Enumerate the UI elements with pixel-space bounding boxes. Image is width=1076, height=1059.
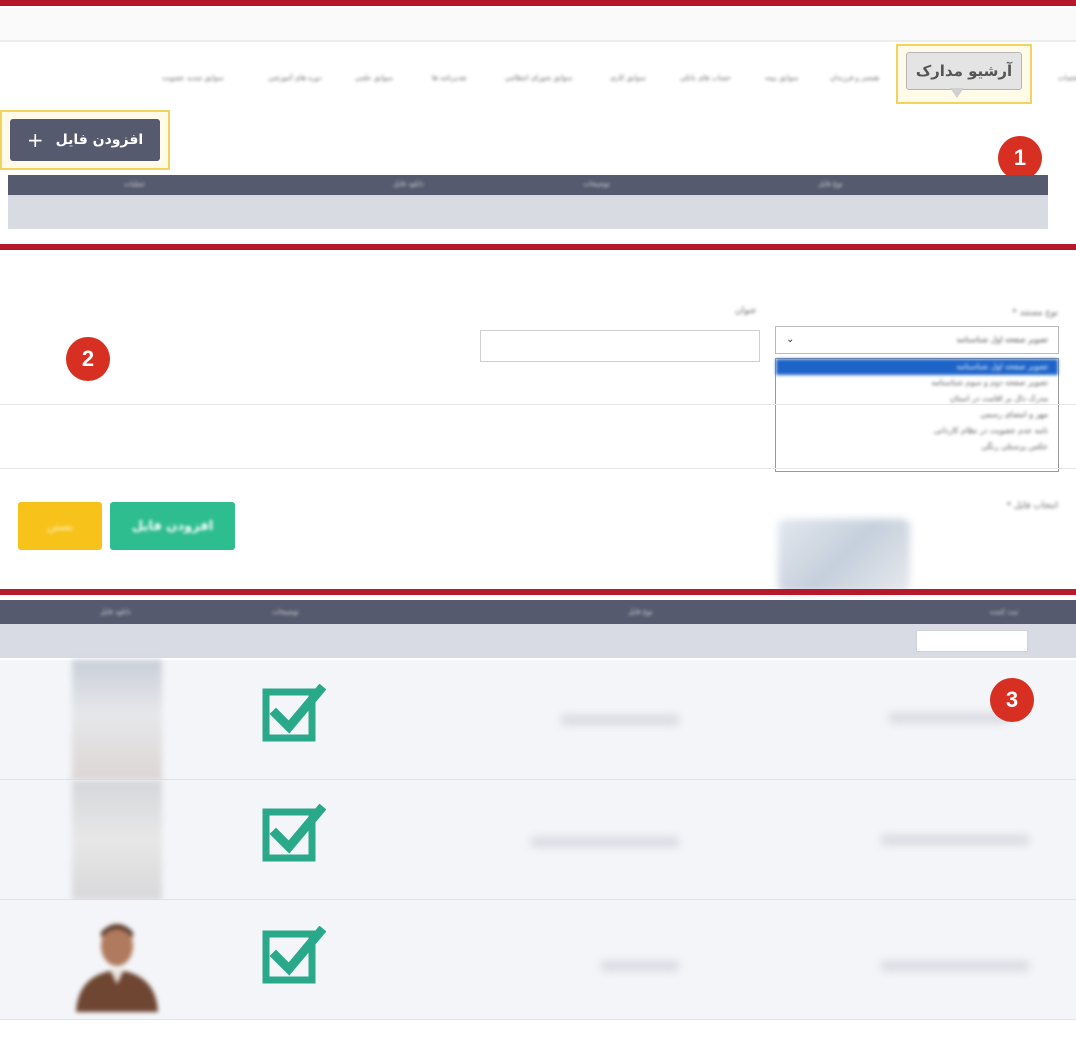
step-badge-1: 1 xyxy=(998,136,1042,180)
tab-profile[interactable]: مشخصات xyxy=(1058,74,1076,82)
registered-by-cell xyxy=(888,712,1008,724)
col-description[interactable]: توضیحات xyxy=(272,608,299,616)
form-divider xyxy=(0,404,1076,405)
checkbox-checked-icon xyxy=(262,804,326,862)
file-thumbnail[interactable] xyxy=(72,780,162,900)
doc-type-option[interactable]: عکس پرسنلی رنگی xyxy=(776,439,1058,455)
doc-type-option[interactable]: مهر و امضای رسمی xyxy=(776,407,1058,423)
file-type-cell xyxy=(530,836,680,848)
portrait-thumbnail[interactable] xyxy=(72,912,162,1012)
file-select-label: انتخاب فایل * xyxy=(1006,501,1058,511)
add-file-highlight: افزودن فایل + xyxy=(0,110,170,170)
table-filter-row xyxy=(0,624,1076,658)
close-button[interactable]: بستن xyxy=(18,502,102,550)
top-strip xyxy=(0,8,1076,42)
col-actions: عملیات xyxy=(124,180,146,188)
doc-type-option[interactable]: نامه عدم عضویت در نظام کاردانی xyxy=(776,423,1058,439)
doc-type-option[interactable]: تصویر صفحه دوم و سوم شناسنامه xyxy=(776,375,1058,391)
col-description[interactable]: توضیحات xyxy=(583,180,610,188)
registered-by-cell xyxy=(880,960,1030,972)
panel-add-file-form: نوع مستند * عنوان تصویر صفحه اول شناسنام… xyxy=(0,254,1076,593)
doc-type-select[interactable]: تصویر صفحه اول شناسنامه ⌄ xyxy=(775,326,1059,354)
doc-type-dropdown: تصویر صفحه اول شناسنامه تصویر صفحه دوم و… xyxy=(775,358,1059,472)
registered-by-filter-input[interactable] xyxy=(916,630,1028,652)
file-type-cell xyxy=(560,714,680,726)
file-type-cell xyxy=(600,960,680,972)
tab-membership-renewal[interactable]: سوابق تمدید عضویت xyxy=(162,74,224,82)
checkbox-checked-icon xyxy=(262,684,326,742)
tab-documents-archive[interactable]: آرشیو مدارک xyxy=(906,52,1022,90)
table-row xyxy=(0,900,1076,1020)
close-label: بستن xyxy=(46,519,74,533)
registered-by-cell xyxy=(880,834,1030,846)
submit-file-button[interactable]: افزودن فایل xyxy=(110,502,235,550)
add-file-label: افزودن فایل xyxy=(55,132,144,148)
doc-type-option[interactable]: تصویر صفحه اول شناسنامه xyxy=(776,359,1058,375)
table-row xyxy=(0,780,1076,900)
tab-commendations[interactable]: تقدیرنامه ها xyxy=(432,74,467,82)
tab-disciplinary[interactable]: سوابق شورای انتظامی xyxy=(505,74,572,82)
panel-uploaded-files: ثبت کننده نوع فایل توضیحات دانلود فایل 3 xyxy=(0,596,1076,1059)
documents-table-empty-row xyxy=(8,195,1048,229)
panel-documents-list: مشخصات همسر و فرزندان سوابق بیمه حساب ها… xyxy=(0,0,1076,248)
divider-1 xyxy=(0,244,1076,250)
tab-insurance[interactable]: سوابق بیمه xyxy=(765,74,798,82)
tab-training[interactable]: دوره های آموزشی xyxy=(268,74,322,82)
doc-type-label: نوع مستند * xyxy=(1012,308,1058,318)
checkbox-checked-icon xyxy=(262,926,326,984)
submit-file-label: افزودن فایل xyxy=(131,518,214,534)
uploaded-table-header: ثبت کننده نوع فایل توضیحات دانلود فایل xyxy=(0,600,1076,624)
col-file-type[interactable]: نوع فایل xyxy=(628,608,653,616)
col-download: دانلود فایل xyxy=(393,180,425,188)
col-file-type[interactable]: نوع فایل xyxy=(818,180,843,188)
divider-2 xyxy=(0,589,1076,595)
plus-icon: + xyxy=(26,128,44,152)
tab-family[interactable]: همسر و فرزندان xyxy=(830,74,879,82)
selected-file-preview[interactable] xyxy=(778,519,910,593)
file-thumbnail[interactable] xyxy=(72,660,162,780)
form-divider xyxy=(0,468,1076,469)
tab-bank-accounts[interactable]: حساب های بانکی xyxy=(680,74,731,82)
col-download: دانلود فایل xyxy=(100,608,132,616)
col-registered-by[interactable]: ثبت کننده xyxy=(990,608,1018,616)
add-file-button[interactable]: افزودن فایل + xyxy=(10,119,160,161)
tab-caret-icon xyxy=(950,88,964,98)
doc-type-selected-value: تصویر صفحه اول شناسنامه xyxy=(956,335,1048,344)
documents-table-header: نوع فایل توضیحات دانلود فایل عملیات xyxy=(8,175,1048,195)
step-badge-3: 3 xyxy=(990,678,1034,722)
tab-documents-archive-highlight: آرشیو مدارک xyxy=(896,44,1032,104)
title-label: عنوان xyxy=(735,306,757,316)
table-row xyxy=(0,660,1076,780)
tab-work-history[interactable]: سوابق کاری xyxy=(610,74,646,82)
step-badge-2: 2 xyxy=(66,337,110,381)
title-input[interactable] xyxy=(480,330,760,362)
tab-academic[interactable]: سوابق علمی xyxy=(355,74,393,82)
chevron-down-icon: ⌄ xyxy=(786,334,795,345)
